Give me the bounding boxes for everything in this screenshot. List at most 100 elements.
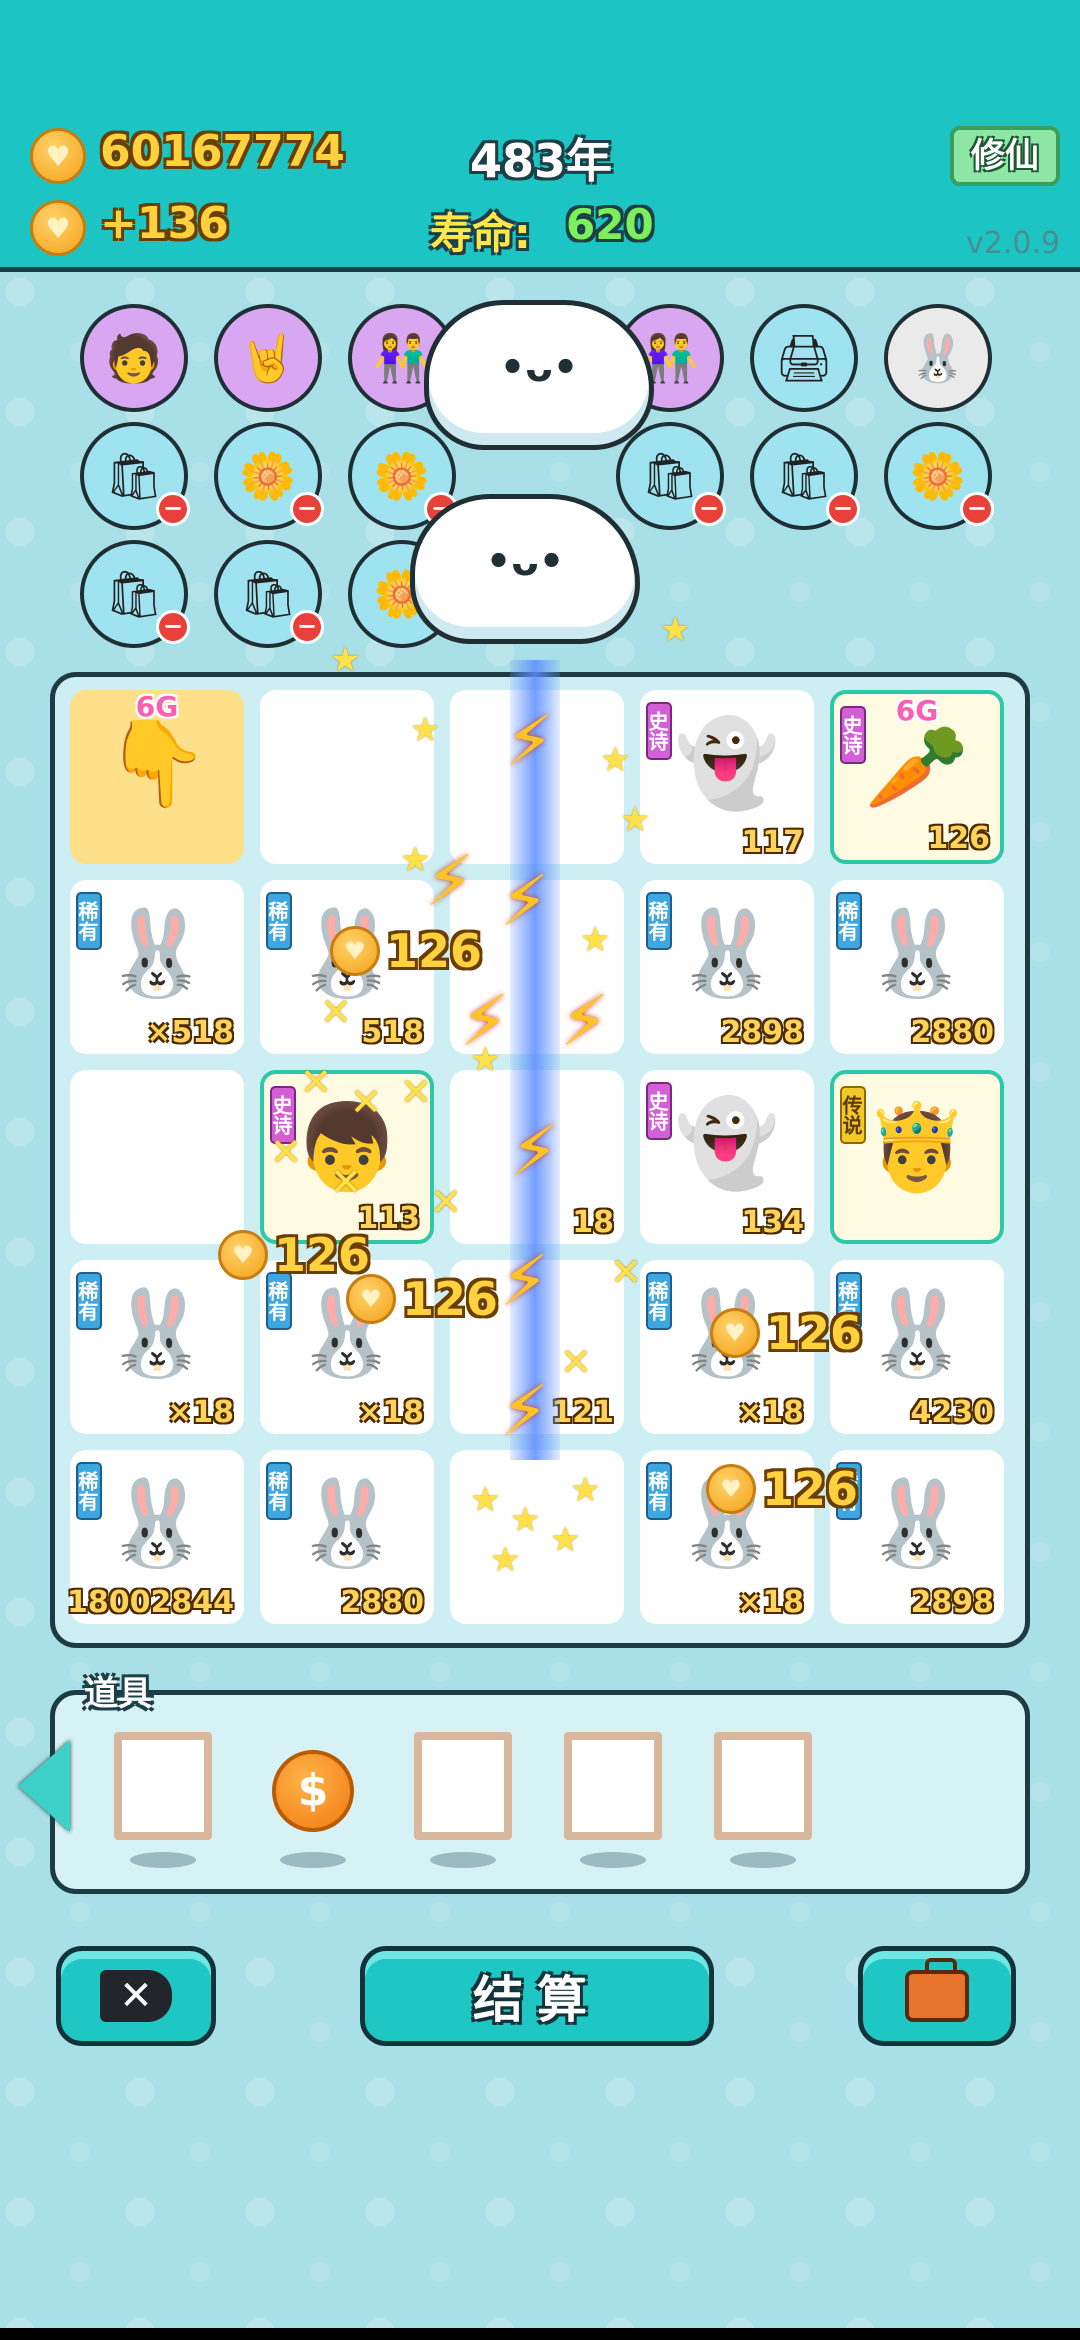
flower-pot-icon: 🌼 bbox=[909, 448, 967, 503]
star-sparkle-icon: ★ bbox=[600, 740, 631, 780]
seed-bag-icon: 🛍 bbox=[774, 448, 834, 503]
board-cell[interactable] bbox=[70, 1070, 244, 1244]
board-cell[interactable]: 史诗 👻 134 bbox=[640, 1070, 814, 1244]
cell-count: ×18 bbox=[167, 1395, 234, 1430]
lightning-bolt-icon: ⚡ bbox=[500, 1370, 550, 1452]
cell-count: 518 bbox=[361, 1015, 424, 1050]
cell-count: 2898 bbox=[720, 1015, 805, 1050]
flower-pot-icon: 🌼 bbox=[373, 448, 431, 503]
remove-badge-icon[interactable]: − bbox=[826, 492, 860, 526]
board-cell[interactable]: 稀有 🐰 18002844 bbox=[67, 1450, 244, 1624]
board-cell[interactable]: 6G 👇 bbox=[70, 690, 244, 864]
gold-amount: 60167774 bbox=[100, 126, 345, 177]
rabbit-icon: 🐰 bbox=[104, 1284, 210, 1382]
cell-count: 2898 bbox=[910, 1585, 995, 1620]
item-slot[interactable]: 🛍 − bbox=[616, 422, 726, 530]
x-spark-icon: ✕ bbox=[320, 990, 352, 1034]
item-slot[interactable]: 🖨 bbox=[750, 304, 858, 412]
coin-icon: ♥ bbox=[706, 1464, 756, 1514]
item-slot[interactable]: 🛍 − bbox=[80, 422, 190, 530]
rabbit-icon: 🐰 bbox=[104, 1474, 210, 1572]
board-cell[interactable]: 稀有 🐰 ×18 bbox=[70, 1260, 244, 1434]
board-cell[interactable]: 稀有 🐰 ×518 bbox=[70, 880, 244, 1054]
gold-coin-icon: ♥ bbox=[30, 128, 86, 184]
cell-count: 18002844 bbox=[67, 1585, 234, 1620]
slot-shadow bbox=[430, 1852, 496, 1868]
x-spark-icon: ✕ bbox=[430, 1180, 462, 1224]
board-cell[interactable]: 稀有 🐰 2880 bbox=[830, 880, 1004, 1054]
cell-count: 126 bbox=[927, 821, 990, 856]
remove-badge-icon[interactable]: − bbox=[290, 492, 324, 526]
item-slot[interactable]: 🐰 bbox=[884, 304, 992, 412]
x-spark-icon: ✕ bbox=[270, 1130, 302, 1174]
ghost-icon: 👻 bbox=[674, 714, 780, 812]
star-sparkle-icon: ★ bbox=[580, 920, 611, 960]
inventory-button[interactable] bbox=[858, 1946, 1016, 2046]
remove-badge-icon[interactable]: − bbox=[290, 610, 324, 644]
settle-button[interactable]: 结算 bbox=[360, 1946, 714, 2046]
coin-icon: ♥ bbox=[330, 926, 380, 976]
cell-count: 2880 bbox=[340, 1585, 425, 1620]
item-slot[interactable]: 🧑 bbox=[80, 304, 188, 412]
board-cell[interactable]: 传说 🤴 bbox=[830, 1070, 1004, 1244]
board-cell[interactable] bbox=[260, 690, 434, 864]
remove-badge-icon[interactable]: − bbox=[692, 492, 726, 526]
remove-badge-icon[interactable]: − bbox=[156, 492, 190, 526]
remove-badge-icon[interactable]: − bbox=[156, 610, 190, 644]
item-slot[interactable]: 🛍 − bbox=[214, 540, 324, 648]
star-sparkle-icon: ★ bbox=[490, 1540, 521, 1580]
board-cell[interactable]: 史诗 👻 117 bbox=[640, 690, 814, 864]
item-slot[interactable]: 🌼 − bbox=[884, 422, 994, 530]
cell-count: ×18 bbox=[357, 1395, 424, 1430]
dollar-coin-icon[interactable]: $ bbox=[272, 1750, 354, 1832]
coin-icon: ♥ bbox=[218, 1230, 268, 1280]
star-sparkle-icon: ★ bbox=[470, 1480, 501, 1520]
cell-count: ×18 bbox=[737, 1585, 804, 1620]
slot-shadow bbox=[280, 1852, 346, 1868]
close-button[interactable]: ✕ bbox=[56, 1946, 216, 2046]
slot-shadow bbox=[580, 1852, 646, 1868]
prop-slot-empty[interactable] bbox=[114, 1732, 212, 1840]
seed-bag-icon: 🛍 bbox=[640, 448, 700, 503]
seed-bag-icon: 🛍 bbox=[104, 566, 164, 621]
lightning-bolt-icon: ⚡ bbox=[510, 1110, 560, 1192]
star-sparkle-icon: ★ bbox=[620, 800, 651, 840]
remove-badge-icon[interactable]: − bbox=[960, 492, 994, 526]
close-icon: ✕ bbox=[100, 1970, 172, 2022]
floating-coin-reward: ♥ 126 bbox=[330, 924, 482, 978]
header-bar: ♥ 60167774 ♥ +136 483年 寿命: 620 修仙 v2.0.9 bbox=[0, 0, 1080, 272]
king-face-icon: 🤴 bbox=[864, 1098, 970, 1196]
lightning-bolt-icon: ⚡ bbox=[505, 700, 555, 782]
board-cell[interactable]: 稀有 🐰 2898 bbox=[640, 880, 814, 1054]
item-slot[interactable]: 🛍 − bbox=[750, 422, 860, 530]
x-spark-icon: ✕ bbox=[330, 1160, 362, 1204]
x-spark-icon: ✕ bbox=[300, 1060, 332, 1104]
star-sparkle-icon: ★ bbox=[470, 1040, 501, 1080]
cell-count: 18 bbox=[572, 1205, 614, 1240]
board-cell[interactable]: 6G 史诗 🥕 126 bbox=[830, 690, 1004, 864]
x-spark-icon: ✕ bbox=[610, 1250, 642, 1294]
prop-slot-empty[interactable] bbox=[714, 1732, 812, 1840]
prop-slot-empty[interactable] bbox=[564, 1732, 662, 1840]
printer-icon: 🖨 bbox=[774, 330, 834, 385]
flower-pot-icon: 🌼 bbox=[239, 448, 297, 503]
system-nav-bar bbox=[0, 2328, 1080, 2340]
prop-slot-empty[interactable] bbox=[414, 1732, 512, 1840]
cell-count: 134 bbox=[741, 1205, 804, 1240]
cell-count: 117 bbox=[741, 825, 804, 860]
left-arrow-icon[interactable] bbox=[18, 1740, 70, 1832]
cloud-character-icon: •ᴗ• bbox=[410, 494, 640, 644]
cell-count: 121 bbox=[551, 1395, 614, 1430]
briefcase-icon bbox=[905, 1958, 969, 2022]
board-cell[interactable]: 稀有 🐰 2880 bbox=[260, 1450, 434, 1624]
pointing-hand-icon: 👇 bbox=[104, 714, 210, 812]
item-slot[interactable]: 🌼 − bbox=[214, 422, 324, 530]
cloud-character-icon: •ᴗ• bbox=[424, 300, 654, 450]
star-sparkle-icon: ★ bbox=[550, 1520, 581, 1560]
item-slot[interactable]: 🛍 − bbox=[80, 540, 190, 648]
item-slot[interactable]: 🤘 bbox=[214, 304, 322, 412]
star-sparkle-icon: ★ bbox=[410, 710, 441, 750]
xiuxian-button[interactable]: 修仙 bbox=[950, 126, 1060, 186]
rabbit-icon: 🐰 bbox=[674, 904, 780, 1002]
x-spark-icon: ✕ bbox=[400, 1070, 432, 1114]
